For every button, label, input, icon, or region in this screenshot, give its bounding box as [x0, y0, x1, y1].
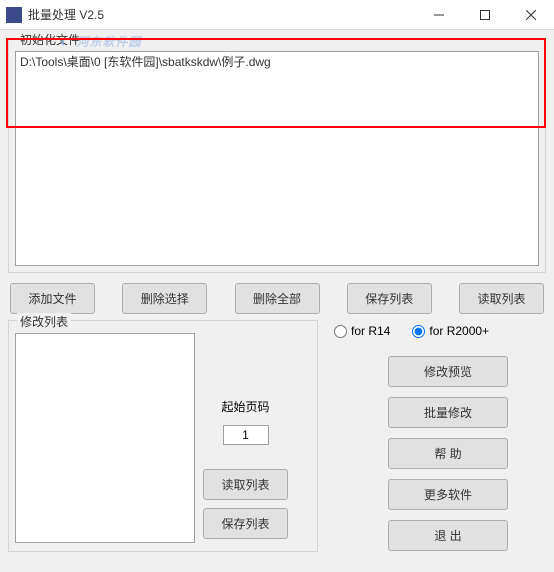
add-file-button[interactable]: 添加文件 [10, 283, 95, 314]
batch-modify-button[interactable]: 批量修改 [388, 397, 508, 428]
radio-r2000-input[interactable] [412, 325, 425, 338]
radio-r14-label: for R14 [351, 324, 390, 338]
delete-selected-button[interactable]: 删除选择 [122, 283, 207, 314]
modify-list-legend: 修改列表 [17, 313, 71, 330]
app-icon [6, 7, 22, 23]
version-radio-group: for R14 for R2000+ [328, 324, 546, 338]
start-page-input[interactable] [223, 425, 269, 445]
save-list-button-2[interactable]: 保存列表 [203, 508, 288, 539]
init-files-group: 初始化文件 D:\Tools\桌面\0 [东软件园]\sbatkskdw\例子.… [8, 38, 546, 273]
exit-button[interactable]: 退 出 [388, 520, 508, 551]
read-list-button[interactable]: 读取列表 [459, 283, 544, 314]
start-page-label: 起始页码 [221, 398, 269, 415]
radio-r2000[interactable]: for R2000+ [412, 324, 489, 338]
modify-list-group: 修改列表 起始页码 读取列表 保存列表 [8, 320, 318, 552]
radio-r2000-label: for R2000+ [429, 324, 489, 338]
maximize-button[interactable] [462, 0, 508, 29]
save-list-button[interactable]: 保存列表 [347, 283, 432, 314]
init-files-legend: 初始化文件 [17, 31, 83, 48]
read-list-button-2[interactable]: 读取列表 [203, 469, 288, 500]
modify-list[interactable] [15, 333, 195, 543]
radio-r14[interactable]: for R14 [334, 324, 390, 338]
help-button[interactable]: 帮 助 [388, 438, 508, 469]
titlebar: 批量处理 V2.5 [0, 0, 554, 30]
toolbar-row: 添加文件 删除选择 删除全部 保存列表 读取列表 [8, 279, 546, 320]
more-software-button[interactable]: 更多软件 [388, 479, 508, 510]
minimize-button[interactable] [416, 0, 462, 29]
radio-r14-input[interactable] [334, 325, 347, 338]
close-button[interactable] [508, 0, 554, 29]
file-list[interactable]: D:\Tools\桌面\0 [东软件园]\sbatkskdw\例子.dwg [15, 51, 539, 266]
file-list-item[interactable]: D:\Tools\桌面\0 [东软件园]\sbatkskdw\例子.dwg [20, 54, 534, 70]
delete-all-button[interactable]: 删除全部 [235, 283, 320, 314]
preview-button[interactable]: 修改预览 [388, 356, 508, 387]
window-title: 批量处理 V2.5 [28, 6, 416, 23]
